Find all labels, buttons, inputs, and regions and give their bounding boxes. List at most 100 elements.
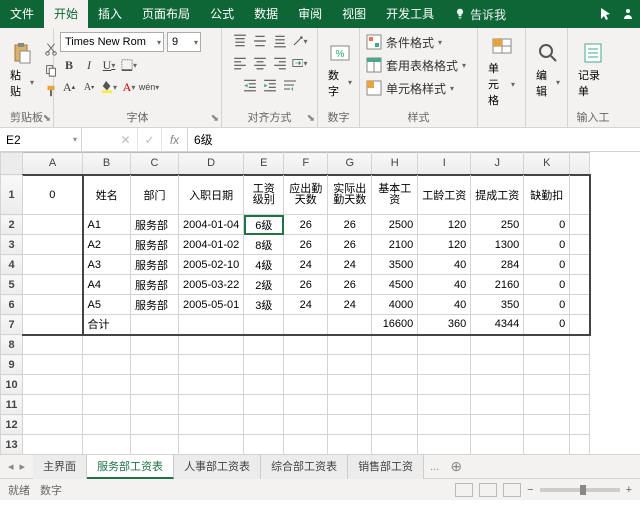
name-box[interactable]: E2▾	[0, 128, 82, 151]
cell[interactable]: 2160	[471, 275, 524, 295]
cell[interactable]: 服务部	[131, 235, 179, 255]
menu-公式[interactable]: 公式	[200, 0, 244, 28]
cell[interactable]	[284, 355, 328, 375]
cell[interactable]: 250	[471, 215, 524, 235]
cell[interactable]	[471, 355, 524, 375]
align-middle-button[interactable]	[251, 32, 269, 50]
cell[interactable]	[372, 435, 418, 455]
cell[interactable]	[179, 355, 244, 375]
cell[interactable]	[372, 395, 418, 415]
number-format-button[interactable]: % 数字▾	[324, 39, 356, 101]
cell[interactable]: 2100	[372, 235, 418, 255]
wrap-text-button[interactable]	[281, 76, 299, 94]
menu-开始[interactable]: 开始	[44, 0, 88, 28]
cell[interactable]: 0	[524, 255, 570, 275]
cell[interactable]: 2500	[372, 215, 418, 235]
cell[interactable]: 0	[524, 215, 570, 235]
row-header[interactable]: 2	[1, 215, 23, 235]
menu-页面布局[interactable]: 页面布局	[132, 0, 200, 28]
cell[interactable]: 工龄工资	[418, 175, 471, 215]
decrease-font-button[interactable]: A▾	[80, 78, 98, 96]
cell[interactable]	[372, 355, 418, 375]
menu-审阅[interactable]: 审阅	[288, 0, 332, 28]
clipboard-launcher[interactable]: ⬊	[43, 112, 51, 126]
tell-me[interactable]: 告诉我	[444, 6, 516, 23]
cell[interactable]: 26	[284, 275, 328, 295]
font-name-select[interactable]: Times New Rom▾	[60, 32, 164, 52]
cell[interactable]	[179, 435, 244, 455]
cell[interactable]: 40	[418, 295, 471, 315]
cell[interactable]	[418, 375, 471, 395]
orientation-button[interactable]: ▾	[291, 32, 309, 50]
cell[interactable]: 24	[328, 295, 372, 315]
cell[interactable]	[524, 355, 570, 375]
cell[interactable]: 8级	[244, 235, 284, 255]
italic-button[interactable]: I	[80, 56, 98, 74]
col-header[interactable]: K	[524, 153, 570, 175]
col-header[interactable]: I	[418, 153, 471, 175]
share-icon[interactable]	[620, 6, 636, 22]
cell[interactable]	[471, 395, 524, 415]
cell[interactable]: 服务部	[131, 215, 179, 235]
record-button[interactable]: 记录单	[574, 39, 612, 101]
cell[interactable]	[372, 335, 418, 355]
row-header[interactable]: 4	[1, 255, 23, 275]
cell[interactable]: 24	[284, 295, 328, 315]
cell[interactable]	[328, 415, 372, 435]
cell[interactable]: 40	[418, 255, 471, 275]
cell[interactable]: 26	[328, 235, 372, 255]
cell[interactable]	[83, 415, 131, 435]
underline-button[interactable]: U▾	[100, 56, 118, 74]
col-header[interactable]: G	[328, 153, 372, 175]
cell[interactable]: 缺勤扣	[524, 175, 570, 215]
col-header[interactable]: H	[372, 153, 418, 175]
cell[interactable]	[570, 435, 590, 455]
cell[interactable]	[524, 335, 570, 355]
increase-indent-button[interactable]	[261, 76, 279, 94]
cell[interactable]	[244, 435, 284, 455]
align-left-button[interactable]	[231, 54, 249, 72]
cell[interactable]: 40	[418, 275, 471, 295]
cancel-button[interactable]: ✕	[114, 128, 138, 151]
cell[interactable]: 26	[284, 215, 328, 235]
menu-开发工具[interactable]: 开发工具	[376, 0, 444, 28]
cell[interactable]	[372, 375, 418, 395]
cell[interactable]	[328, 435, 372, 455]
sheet-tab[interactable]: 主界面	[33, 455, 87, 479]
cell[interactable]	[570, 375, 590, 395]
conditional-format-button[interactable]: 条件格式▾	[366, 32, 442, 52]
sheet-tab[interactable]: 综合部工资表	[261, 455, 348, 479]
cell[interactable]	[244, 375, 284, 395]
cell[interactable]: 部门	[131, 175, 179, 215]
page-layout-button[interactable]	[479, 483, 497, 497]
cells-button[interactable]: 单元格▾	[484, 32, 519, 110]
cell[interactable]	[418, 355, 471, 375]
col-header[interactable]: C	[131, 153, 179, 175]
align-center-button[interactable]	[251, 54, 269, 72]
cell[interactable]	[23, 375, 83, 395]
cell[interactable]: 2005-05-01	[179, 295, 244, 315]
phonetic-button[interactable]: wén▾	[140, 78, 158, 96]
cell[interactable]: 26	[328, 275, 372, 295]
cell[interactable]	[131, 375, 179, 395]
cell[interactable]	[131, 395, 179, 415]
editing-button[interactable]: 编辑▾	[532, 39, 564, 101]
worksheet-grid[interactable]: A B C D E F G H I J K 1 0 姓名 部门 入职日期 工资级…	[0, 152, 640, 454]
cell[interactable]: 4级	[244, 255, 284, 275]
cell[interactable]: 16600	[372, 315, 418, 335]
cell[interactable]: 服务部	[131, 255, 179, 275]
cell[interactable]: 4344	[471, 315, 524, 335]
cell[interactable]	[83, 355, 131, 375]
menu-视图[interactable]: 视图	[332, 0, 376, 28]
zoom-slider[interactable]	[540, 488, 620, 492]
cell[interactable]	[83, 335, 131, 355]
cell[interactable]: 姓名	[83, 175, 131, 215]
row-header[interactable]: 8	[1, 335, 23, 355]
bold-button[interactable]: B	[60, 56, 78, 74]
row-header[interactable]: 11	[1, 395, 23, 415]
cell[interactable]: 3级	[244, 295, 284, 315]
align-right-button[interactable]	[271, 54, 289, 72]
row-header[interactable]: 6	[1, 295, 23, 315]
cell[interactable]: 4000	[372, 295, 418, 315]
col-header[interactable]	[570, 153, 590, 175]
